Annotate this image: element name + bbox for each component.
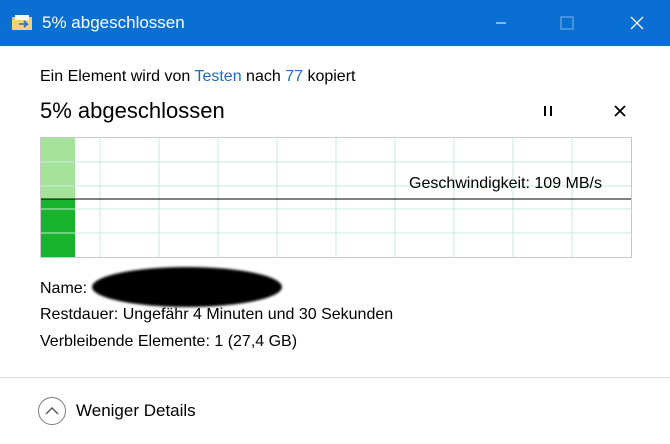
speed-label: Geschwindigkeit: 109 MB/s (409, 175, 602, 192)
destination-folder-link[interactable]: 77 (285, 68, 303, 85)
less-details-button[interactable]: Weniger Details (38, 396, 196, 426)
cancel-button[interactable] (607, 100, 633, 122)
pause-button[interactable] (535, 100, 561, 122)
progress-fill-lower (41, 199, 75, 257)
maximize-icon (560, 16, 574, 30)
close-icon (614, 105, 626, 117)
remaining-time: Restdauer: Ungefähr 4 Minuten und 30 Sek… (40, 306, 394, 323)
window-title: 5% abgeschlossen (42, 13, 185, 32)
redacted-file-name (92, 267, 282, 307)
chevron-up-icon (38, 397, 66, 425)
title-bar: 5% abgeschlossen (0, 0, 670, 46)
less-details-label: Weniger Details (76, 401, 196, 420)
pause-icon (544, 106, 552, 116)
subtitle-suffix: kopiert (307, 68, 356, 85)
minimize-button[interactable] (478, 0, 524, 46)
subtitle-prefix: Ein Element wird von (40, 68, 191, 85)
copy-description: Ein Element wird von Testen nach 77 kopi… (40, 68, 355, 86)
remaining-items: Verbleibende Elemente: 1 (27,4 GB) (40, 333, 298, 350)
copy-folder-icon (12, 15, 32, 30)
progress-fill-upper (41, 138, 75, 199)
minimize-icon (496, 22, 506, 24)
name-label: Name: (40, 280, 88, 297)
subtitle-middle: nach (246, 68, 281, 85)
close-icon (630, 16, 644, 30)
close-window-button[interactable] (614, 0, 660, 46)
source-folder-link[interactable]: Testen (194, 68, 241, 85)
divider (0, 377, 670, 378)
speed-graph-canvas (41, 138, 631, 257)
progress-heading: 5% abgeschlossen (40, 98, 225, 123)
speed-graph (40, 137, 632, 258)
maximize-button (544, 0, 590, 46)
